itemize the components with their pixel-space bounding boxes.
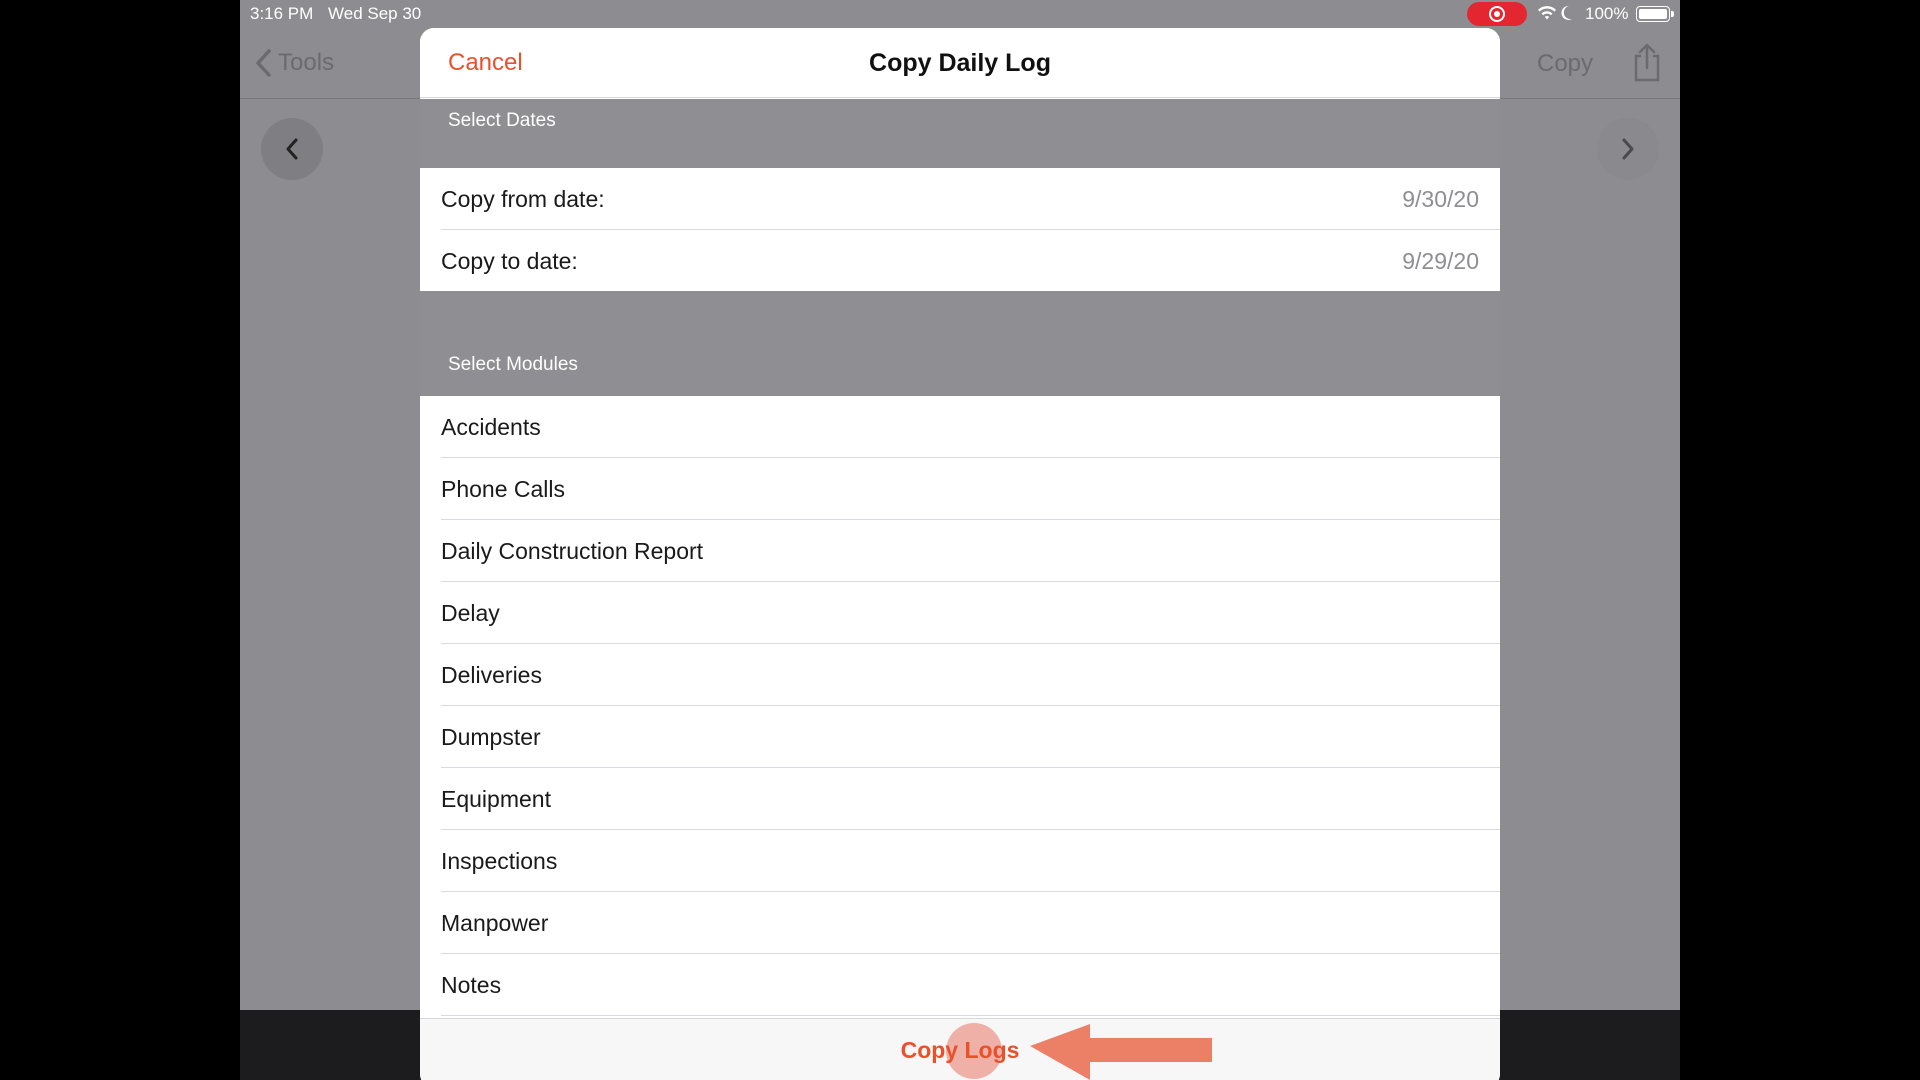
copy-to-value: 9/29/20: [1402, 248, 1479, 274]
status-time: 3:16 PM: [250, 4, 314, 23]
modal-footer: Copy Logs: [420, 1018, 1500, 1080]
module-label: Deliveries: [441, 662, 542, 688]
section-label: Select Modules: [448, 354, 578, 375]
battery-percent: 100%: [1585, 4, 1629, 23]
modal-title: Copy Daily Log: [869, 49, 1051, 77]
module-label: Phone Calls: [441, 476, 566, 502]
module-row-phone-calls[interactable]: Phone Calls: [420, 458, 1500, 520]
module-label: Daily Construction Report: [441, 538, 704, 564]
copy-from-label: Copy from date:: [441, 186, 605, 212]
screen-recording-indicator[interactable]: [1467, 2, 1527, 26]
battery-icon: [1636, 6, 1674, 22]
module-row-accidents[interactable]: Accidents: [420, 396, 1500, 458]
module-row-manpower[interactable]: Manpower: [420, 892, 1500, 954]
module-label: Notes: [441, 972, 502, 998]
wifi-icon: [1538, 6, 1556, 20]
next-day-button[interactable]: [1597, 118, 1659, 180]
status-bar: 3:16 PM Wed Sep 30 100%: [240, 0, 1680, 28]
module-label: Delay: [441, 600, 500, 626]
copy-from-value: 9/30/20: [1402, 186, 1479, 212]
ipad-screen: 3:16 PM Wed Sep 30 100% Tools Copy Cance…: [240, 0, 1680, 1080]
section-label: Select Dates: [448, 110, 556, 131]
status-date: Wed Sep 30: [328, 4, 422, 23]
share-icon[interactable]: [1631, 42, 1663, 82]
chevron-right-icon: [1622, 138, 1634, 160]
select-modules-header: Select Modules: [420, 291, 1500, 396]
module-row-daily-construction-report[interactable]: Daily Construction Report: [420, 520, 1500, 582]
module-row-inspections[interactable]: Inspections: [420, 830, 1500, 892]
module-label: Manpower: [441, 910, 549, 936]
arrow-left-icon: [1030, 1024, 1212, 1080]
module-label: Accidents: [441, 414, 541, 440]
module-label: Inspections: [441, 848, 558, 874]
module-row-delay[interactable]: Delay: [420, 582, 1500, 644]
module-row-notes[interactable]: Notes: [420, 954, 1500, 1016]
modal-header: Cancel Copy Daily Log: [420, 28, 1500, 98]
copy-to-date-row[interactable]: Copy to date: 9/29/20: [420, 230, 1500, 292]
chevron-left-icon: [256, 49, 271, 77]
select-dates-header: Select Dates: [420, 99, 1500, 168]
record-icon: [1489, 6, 1505, 22]
back-label: Tools: [278, 49, 335, 76]
module-label: Equipment: [441, 786, 551, 812]
previous-day-button[interactable]: [261, 118, 323, 180]
copy-daily-log-modal: Cancel Copy Daily Log Select Dates Copy …: [420, 28, 1500, 1080]
module-row-equipment[interactable]: Equipment: [420, 768, 1500, 830]
module-row-dumpster[interactable]: Dumpster: [420, 706, 1500, 768]
copy-logs-button[interactable]: Copy Logs: [420, 1037, 1500, 1064]
module-row-deliveries[interactable]: Deliveries: [420, 644, 1500, 706]
module-label: Dumpster: [441, 724, 541, 750]
divider: [441, 1015, 1500, 1016]
do-not-disturb-icon: [1561, 5, 1572, 20]
back-button[interactable]: Tools: [254, 48, 334, 78]
copy-button[interactable]: Copy: [1537, 50, 1593, 78]
chevron-left-icon: [286, 138, 298, 160]
copy-from-date-row[interactable]: Copy from date: 9/30/20: [420, 168, 1500, 230]
copy-to-label: Copy to date:: [441, 248, 578, 274]
